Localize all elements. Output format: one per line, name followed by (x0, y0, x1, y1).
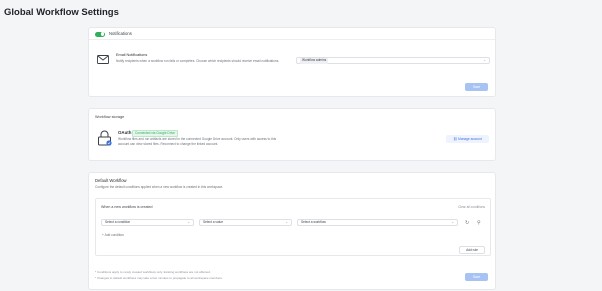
manage-account-label: Manage account (458, 137, 482, 141)
condition-select[interactable]: Select a condition ⌄ (101, 219, 194, 226)
page-title: Global Workflow Settings (4, 7, 119, 18)
email-notifications-description: Notify recipients when a workflow run fa… (116, 59, 280, 63)
notifications-toggle[interactable] (95, 31, 105, 37)
default-workflow-card: Default Workflow Configure the default c… (88, 172, 496, 290)
notifications-card: Notifications Email Notifications Notify… (88, 27, 496, 97)
recipients-select[interactable]: Workflow admins ⌄ (296, 57, 490, 64)
footnote: * Conditions apply to newly created work… (95, 270, 211, 274)
refresh-icon[interactable]: ↻ (465, 220, 469, 226)
chevron-down-icon: ⌄ (285, 220, 288, 224)
value-select-value: Select a value (203, 220, 224, 224)
storage-header: Workflow storage (95, 115, 125, 119)
notifications-header (89, 28, 495, 40)
notifications-toggle-label: Notifications (109, 31, 132, 36)
envelope-icon (97, 55, 109, 64)
workflow-select[interactable]: Select a workflow ⌄ (297, 219, 458, 226)
chevron-down-icon: ⌄ (451, 220, 454, 224)
chevron-down-icon: ⌄ (187, 220, 190, 224)
manage-account-button[interactable]: ⛓ Manage account (446, 135, 489, 143)
storage-card: Workflow storage OAuth Connected via Goo… (88, 108, 496, 161)
footnote: * Changes to default workflows may take … (95, 276, 223, 280)
save-workflow-button[interactable]: Save (465, 273, 488, 281)
value-select[interactable]: Select a value ⌄ (199, 219, 292, 226)
condition-select-value: Select a condition (105, 220, 131, 224)
conditions-panel: When a new workflow is created Clear all… (95, 198, 491, 256)
add-rule-button[interactable]: Add rule (459, 246, 485, 254)
add-condition-link[interactable]: + Add condition (102, 233, 124, 237)
email-notifications-title: Email Notifications (116, 53, 148, 57)
save-notifications-button[interactable]: Save (465, 83, 488, 91)
clear-conditions-link[interactable]: Clear all conditions (458, 205, 485, 209)
person-icon[interactable]: ⚲ (477, 220, 481, 226)
lock-icon (98, 130, 112, 146)
default-workflow-title: Default Workflow (95, 178, 127, 183)
chevron-down-icon: ⌄ (483, 58, 486, 62)
conditions-heading: When a new workflow is created (101, 205, 153, 209)
recipients-chip: Workflow admins (300, 58, 329, 64)
workflow-select-value: Select a workflow (301, 220, 326, 224)
oauth-status-badge: Connected via Google Drive (132, 130, 178, 137)
default-workflow-description: Configure the default conditions applied… (95, 185, 224, 189)
oauth-title: OAuth (118, 130, 132, 135)
oauth-description: Workflow files and run artifacts are sto… (118, 137, 277, 146)
